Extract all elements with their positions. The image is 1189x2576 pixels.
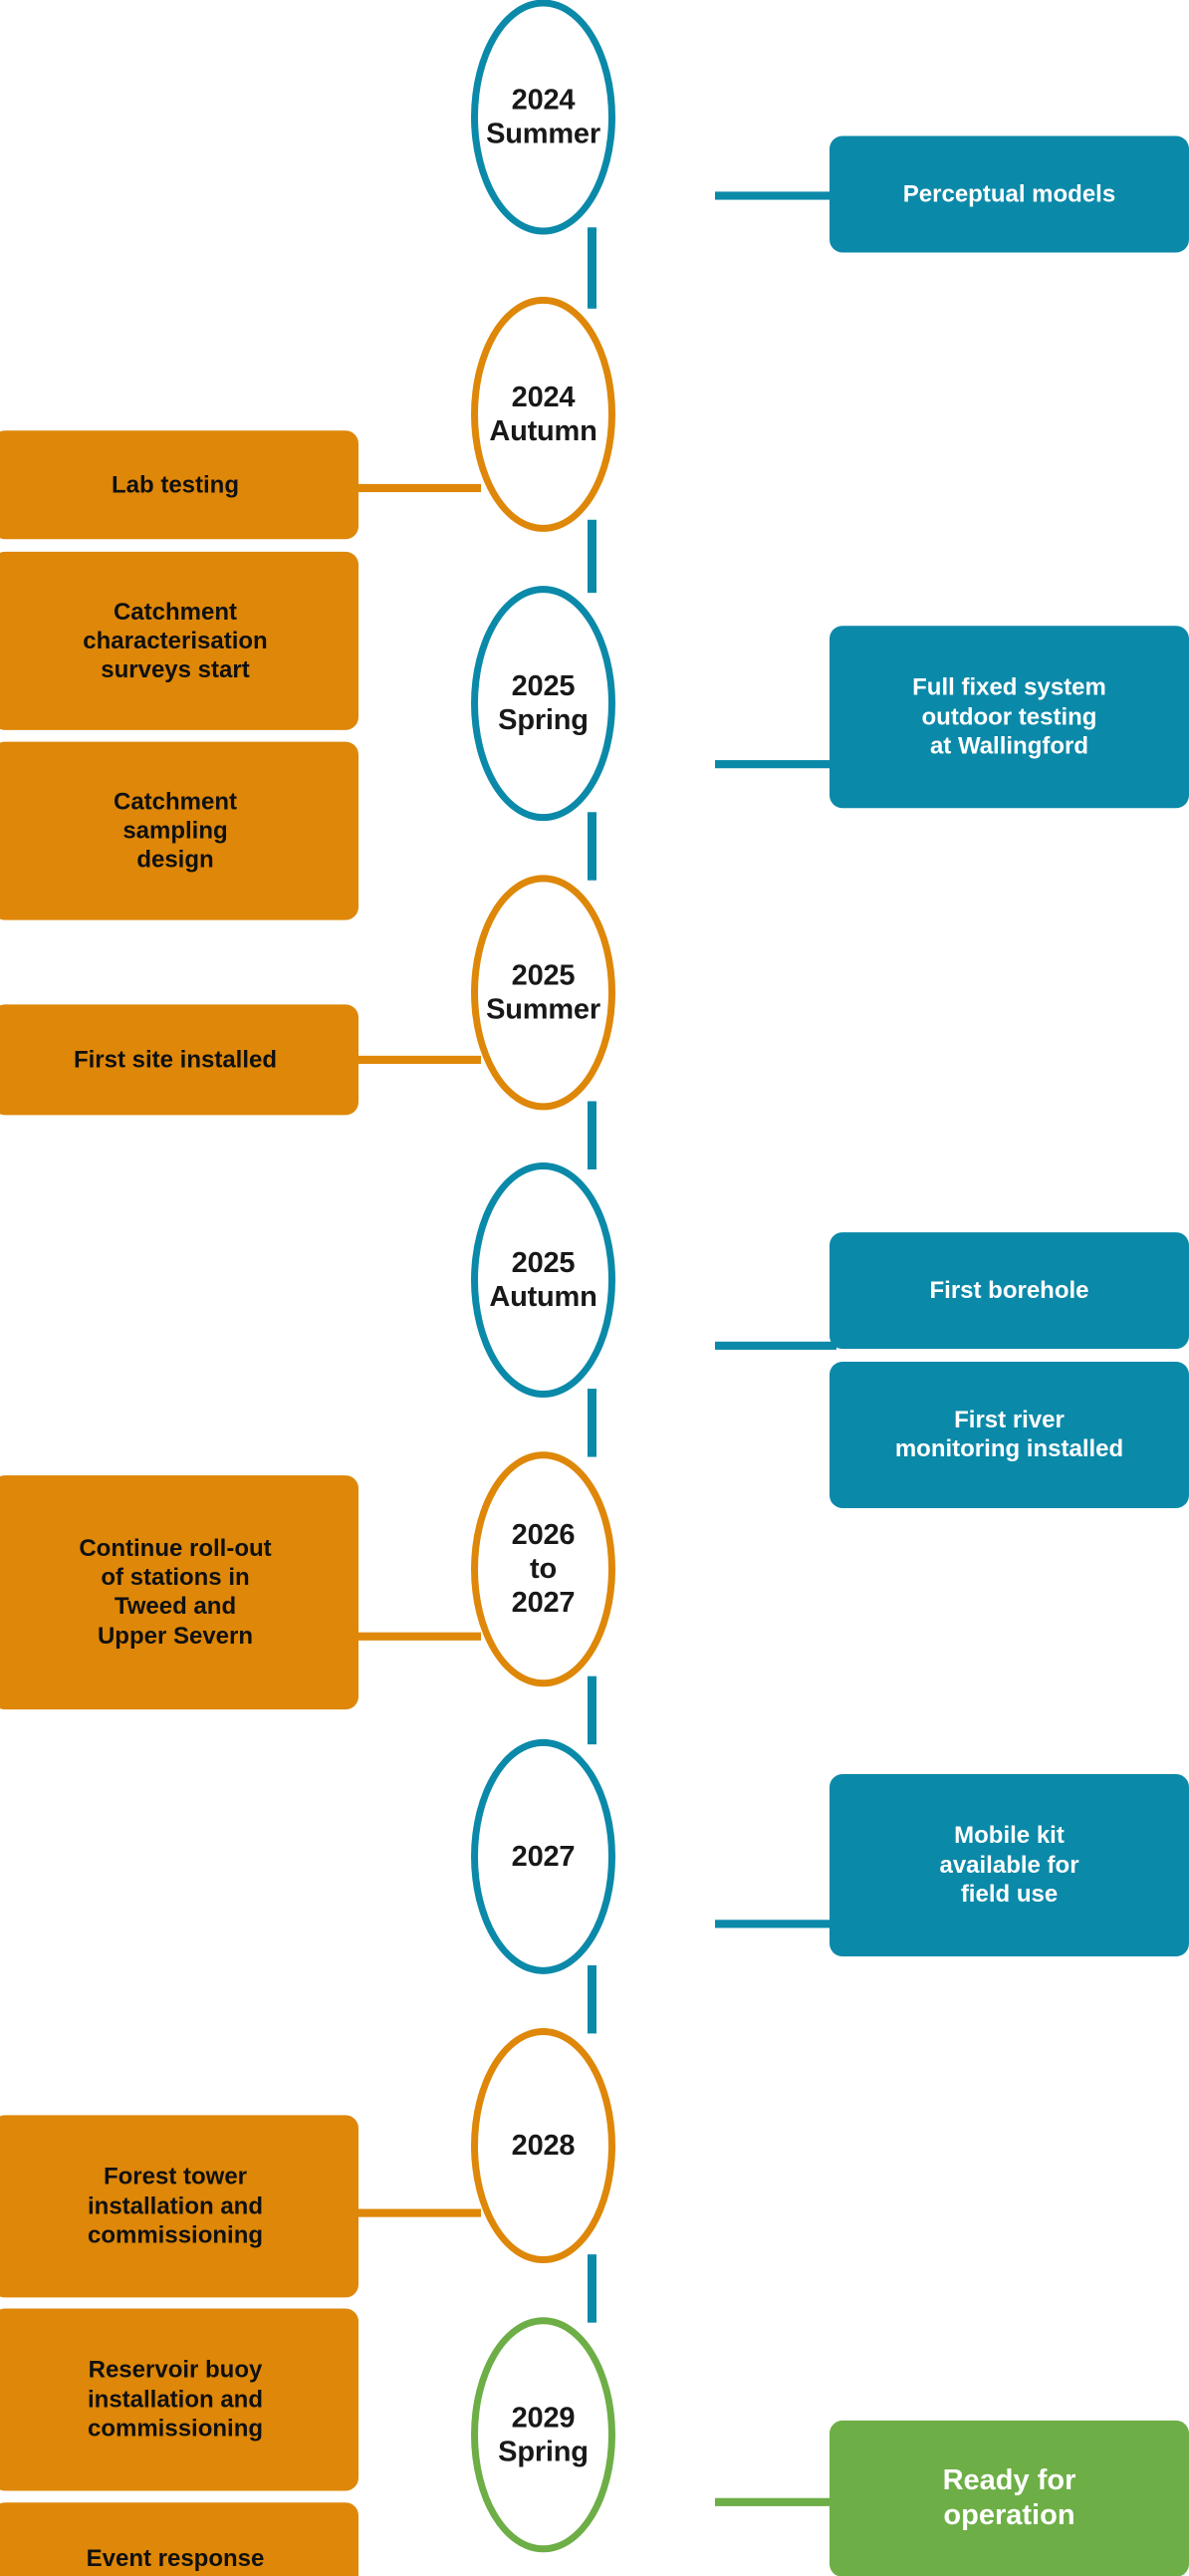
callout-event-response-training[interactable]: Event response training (0, 2502, 358, 2576)
callout-label: Lab testing (111, 471, 239, 499)
milestone-2025-spring[interactable]: 2025 Spring (471, 586, 615, 823)
milestone-label: 2024 Autumn (489, 382, 597, 448)
milestone-label: 2025 Spring (498, 670, 589, 737)
milestone-2024-autumn[interactable]: 2024 Autumn (471, 297, 615, 533)
leader-2028-left (354, 2208, 481, 2217)
leader-2026-2027-left (354, 1632, 481, 1641)
callout-catchment-sampling-design[interactable]: Catchment sampling design (0, 742, 358, 921)
spine-segment-1 (588, 227, 596, 309)
callout-label: Ready for operation (942, 2463, 1076, 2531)
callout-continue-roll-out-of-stations[interactable]: Continue roll-out of stations in Tweed a… (0, 1474, 358, 1709)
milestone-label: 2028 (511, 2130, 576, 2163)
leader-2025-spring-right (715, 760, 836, 769)
callout-perceptual-models[interactable]: Perceptual models (830, 135, 1189, 254)
milestone-label: 2025 Summer (486, 959, 600, 1027)
spine-segment-4 (588, 1101, 596, 1169)
callout-label: First borehole (929, 1277, 1089, 1305)
callout-reservoir-buoy-installation[interactable]: Reservoir buoy installation and commissi… (0, 2307, 358, 2490)
milestone-2025-summer[interactable]: 2025 Summer (471, 875, 615, 1112)
milestone-label: 2027 (511, 1841, 576, 1874)
leader-2025-autumn-right (715, 1341, 836, 1350)
leader-2024-summer-right (715, 191, 836, 200)
spine-segment-2 (588, 519, 596, 594)
callout-label: Reservoir buoy installation and commissi… (87, 2356, 264, 2442)
callout-label: First river monitoring installed (894, 1406, 1124, 1462)
milestone-label: 2029 Spring (498, 2402, 589, 2468)
leader-2025-summer-left (354, 1055, 481, 1064)
leader-2027-right (715, 1920, 836, 1929)
milestone-2027[interactable]: 2027 (471, 1739, 615, 1975)
spine-segment-5 (588, 1389, 596, 1457)
callout-first-river-monitoring-installed[interactable]: First river monitoring installed (830, 1361, 1189, 1508)
callout-label: Full fixed system outdoor testing at Wal… (912, 673, 1106, 759)
callout-catchment-characterisation[interactable]: Catchment characterisation surveys start (0, 552, 358, 731)
milestone-label: 2024 Summer (486, 84, 600, 151)
callout-label: Continue roll-out of stations in Tweed a… (79, 1534, 272, 1650)
callout-label: Perceptual models (902, 181, 1116, 209)
leader-2024-autumn-left (354, 483, 481, 493)
milestone-label: 2025 Autumn (489, 1247, 597, 1314)
milestone-2026-to-2027[interactable]: 2026 to 2027 (471, 1451, 615, 1688)
spine-segment-3 (588, 812, 596, 881)
callout-mobile-kit-available-for-field-use[interactable]: Mobile kit available for field use (830, 1773, 1189, 1956)
spine-segment-6 (588, 1675, 596, 1745)
callout-label: Forest tower installation and commission… (87, 2163, 264, 2248)
milestone-2028[interactable]: 2028 (471, 2028, 615, 2264)
spine-segment-7 (588, 1964, 596, 2034)
timeline-diagram: Perceptual models 2024 Summer Lab testin… (0, 0, 1189, 2576)
spine-segment-8 (588, 2254, 596, 2323)
milestone-2029-spring[interactable]: 2029 Spring (471, 2317, 615, 2554)
callout-first-site-installed[interactable]: First site installed (0, 1003, 358, 1115)
milestone-2024-summer[interactable]: 2024 Summer (471, 0, 615, 236)
callout-ready-for-operation[interactable]: Ready for operation (830, 2420, 1189, 2576)
callout-label: First site installed (73, 1045, 278, 1073)
callout-label: Catchment sampling design (113, 788, 238, 875)
callout-label: Mobile kit available for field use (939, 1821, 1079, 1908)
milestone-2025-autumn[interactable]: 2025 Autumn (471, 1162, 615, 1399)
callout-full-fixed-system-outdoor-testing[interactable]: Full fixed system outdoor testing at Wal… (830, 625, 1189, 808)
callout-forest-tower-installation[interactable]: Forest tower installation and commission… (0, 2114, 358, 2297)
callout-first-borehole[interactable]: First borehole (830, 1232, 1189, 1350)
milestone-label: 2026 to 2027 (511, 1519, 576, 1620)
callout-label: Event response training (86, 2546, 265, 2576)
leader-2029-spring-right (715, 2497, 836, 2506)
callout-lab-testing[interactable]: Lab testing (0, 430, 358, 540)
callout-label: Catchment characterisation surveys start (83, 599, 268, 684)
